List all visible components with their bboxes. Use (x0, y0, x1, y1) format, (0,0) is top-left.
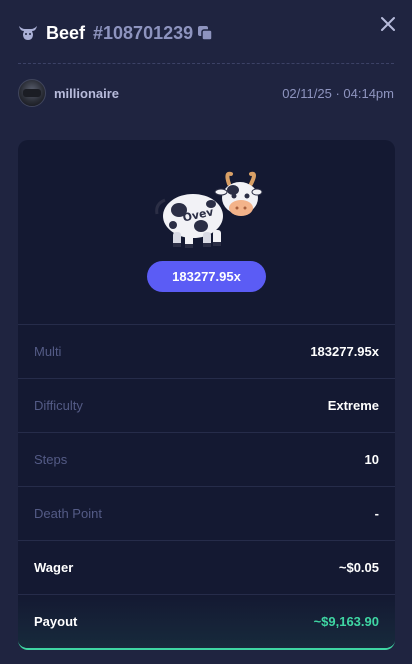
row-value: 183277.95x (310, 344, 379, 359)
row-difficulty: Difficulty Extreme (18, 378, 395, 432)
multiplier-badge: 183277.95x (147, 261, 266, 292)
row-label: Difficulty (34, 398, 83, 413)
copy-icon[interactable] (197, 24, 215, 42)
game-illustration: Ovev 183277.95x (18, 140, 395, 324)
row-value: ~$0.05 (338, 560, 379, 575)
details-list: Multi 183277.95x Difficulty Extreme Step… (18, 324, 395, 648)
bull-head-icon (18, 23, 38, 43)
header-divider (18, 63, 394, 64)
row-wager: Wager ~$0.05 (18, 540, 395, 594)
game-title: Beef (46, 22, 86, 43)
cow-mascot-icon: Ovev (155, 171, 263, 248)
row-multi: Multi 183277.95x (18, 324, 395, 378)
row-label: Multi (34, 344, 62, 359)
timestamp: 02/11/25 · 04:14pm (282, 85, 394, 101)
user-row: millionaire 02/11/25 · 04:14pm (18, 78, 394, 108)
row-value: Extreme (327, 398, 379, 413)
row-label: Steps (34, 452, 68, 467)
row-label: Payout (34, 614, 78, 629)
row-death-point: Death Point - (18, 486, 395, 540)
row-value: 10 (364, 452, 379, 467)
row-steps: Steps 10 (18, 432, 395, 486)
bet-details-card: Ovev 183277.95x Multi 183277.95x Difficu… (18, 140, 395, 650)
username[interactable]: millionaire (54, 86, 119, 101)
bet-header: Beef #108701239 (18, 18, 394, 48)
row-label: Wager (34, 560, 74, 575)
payout-value: ~$9,163.90 (313, 614, 379, 629)
bet-id: #108701239 (93, 22, 194, 43)
close-icon[interactable] (378, 14, 398, 34)
avatar[interactable] (18, 79, 46, 107)
row-label: Death Point (34, 506, 102, 521)
row-payout: Payout ~$9,163.90 (18, 594, 395, 648)
row-value: - (374, 506, 379, 521)
